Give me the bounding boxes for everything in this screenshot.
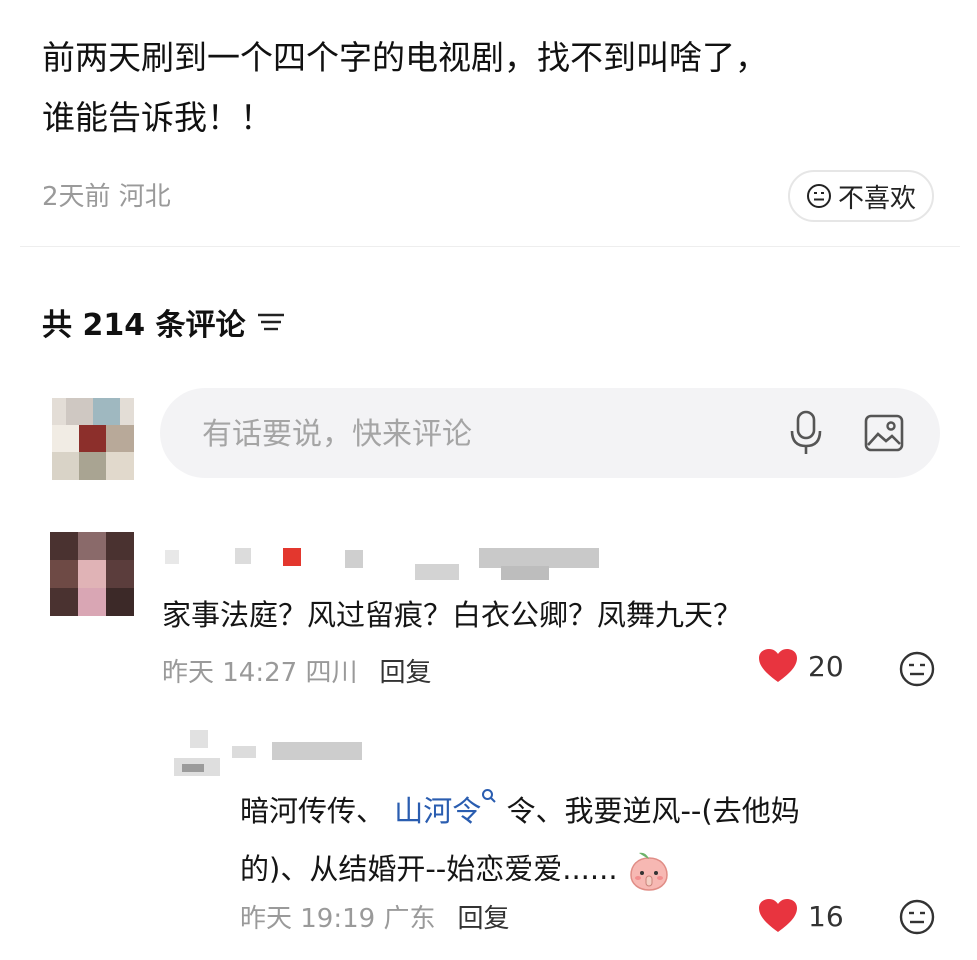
comment-avatar[interactable] (50, 532, 134, 616)
comment-count: 共 214 条评论 (42, 308, 246, 343)
reply-button[interactable]: 回复 (379, 652, 431, 689)
reply-meta: 昨天 19:19 广东 回复 (240, 898, 509, 935)
reply-text-part: 令、我要逆风--(去他妈 (506, 794, 800, 828)
search-link-text[interactable]: 山河令 (394, 794, 481, 828)
reply-username-blurred[interactable] (232, 742, 372, 764)
peach-emoji (630, 852, 668, 891)
like-count: 20 (808, 649, 844, 683)
neutral-face-icon (806, 184, 831, 208)
reply-text: 暗河传传、 山河令 令、我要逆风--(去他妈 的)、从结婚开--始恋爱爱....… (240, 782, 940, 898)
post-line-2: 谁能告诉我！！ (42, 98, 273, 137)
comment-input[interactable] (200, 388, 764, 480)
post-content: 前两天刷到一个四个字的电视剧，找不到叫啥了， 谁能告诉我！！ (42, 28, 942, 148)
comment-text: 家事法庭？风过留痕？白衣公卿？凤舞九天？ (162, 598, 743, 632)
neutral-face-icon[interactable] (898, 650, 936, 688)
comment-time-place: 昨天 14:27 四川 (162, 658, 358, 688)
post-meta: 2天前 河北 (42, 182, 171, 212)
reply-text-part: 的)、从结婚开--始恋爱爱...... (240, 852, 618, 886)
reply-avatar[interactable] (174, 730, 220, 776)
filter-icon[interactable] (256, 310, 286, 334)
heart-icon (759, 649, 797, 682)
dislike-label: 不喜欢 (837, 183, 916, 214)
search-icon (482, 789, 496, 803)
divider (20, 246, 960, 247)
reply-text-line-1: 暗河传传、 山河令 令、我要逆风--(去他妈 (240, 782, 940, 840)
post-line-1: 前两天刷到一个四个字的电视剧，找不到叫啥了， (42, 38, 768, 77)
reply-text-part: 暗河传传、 (240, 794, 386, 828)
dislike-button[interactable]: 不喜欢 (788, 170, 934, 222)
neutral-face-icon[interactable] (898, 898, 936, 936)
mic-icon[interactable] (788, 410, 824, 456)
avatar[interactable] (52, 398, 134, 480)
reply-time-place: 昨天 19:19 广东 (240, 904, 436, 934)
like-count: 16 (808, 899, 844, 933)
image-icon[interactable] (864, 414, 904, 452)
like-button[interactable]: 16 (758, 898, 844, 934)
reply-button[interactable]: 回复 (457, 898, 509, 935)
like-button[interactable]: 20 (758, 648, 844, 684)
username-blurred[interactable] (165, 546, 605, 582)
heart-icon (759, 899, 797, 932)
search-link[interactable]: 山河令 (394, 789, 497, 828)
comment-meta: 昨天 14:27 四川 回复 (162, 652, 431, 689)
comments-header: 共 214 条评论 (42, 300, 286, 344)
comment-input-bar[interactable] (160, 388, 940, 480)
reply-text-line-2: 的)、从结婚开--始恋爱爱...... (240, 840, 940, 898)
